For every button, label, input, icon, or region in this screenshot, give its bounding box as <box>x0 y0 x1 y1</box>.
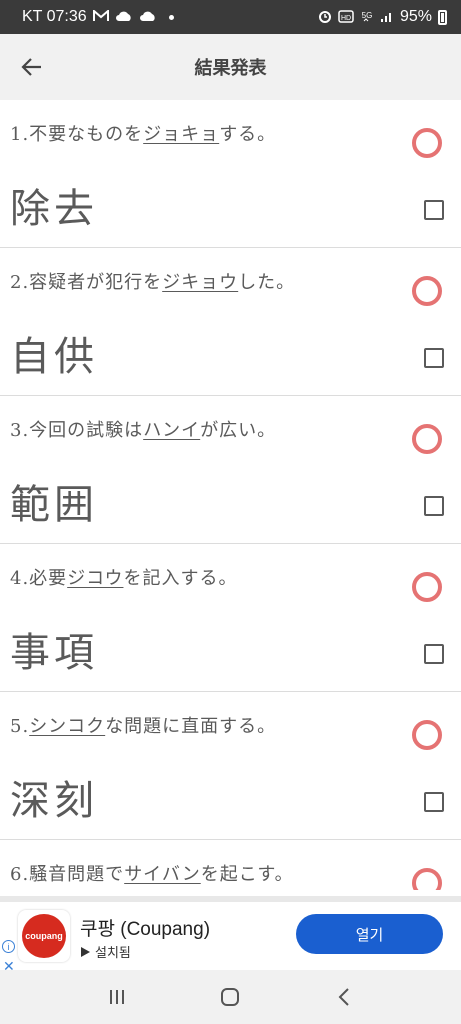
ad-open-button[interactable]: 열기 <box>296 914 443 954</box>
katakana-underlined: ジョキョ <box>143 124 220 145</box>
home-button[interactable] <box>210 977 250 1017</box>
app-bar: 結果発表 <box>0 34 461 100</box>
answer-kanji: 自供 <box>10 334 98 380</box>
ad-banner[interactable]: i ✕ coupang 쿠팡 (Coupang) 설치됨 열기 <box>0 896 461 974</box>
battery-percent: 95% <box>399 8 432 25</box>
correct-circle-icon <box>412 424 442 454</box>
answer-kanji: 事項 <box>10 630 98 676</box>
home-icon <box>221 988 240 1006</box>
status-bar: KT 07:36 HD 5G 95% <box>0 0 461 34</box>
back-nav-button[interactable] <box>324 977 364 1017</box>
katakana-underlined: ジキョウ <box>162 272 239 293</box>
question-text: 5.シンコクな問題に直面する。 <box>10 716 277 737</box>
question-text: 1.不要なものをジョキョする。 <box>10 124 277 145</box>
ad-title: 쿠팡 (Coupang) <box>80 919 211 940</box>
katakana-underlined: シンコク <box>29 716 106 737</box>
answer-kanji: 深刻 <box>10 778 98 824</box>
correct-circle-icon <box>412 128 442 158</box>
cloud-icon <box>139 10 157 24</box>
battery-icon <box>438 9 447 25</box>
page-title: 結果発表 <box>194 58 267 79</box>
answer-kanji: 範囲 <box>10 482 98 528</box>
list-item: 6.騒音問題でサイバンを起こす。 <box>0 840 461 890</box>
5g-icon: 5G <box>360 9 374 25</box>
list-item: 4.必要ジコウを記入する。 事項 <box>0 544 461 692</box>
question-text: 4.必要ジコウを記入する。 <box>10 568 238 589</box>
correct-circle-icon <box>412 868 442 890</box>
coupang-logo: coupang <box>18 910 70 962</box>
back-button[interactable] <box>0 34 64 100</box>
question-text: 2.容疑者が犯行をジキョウした。 <box>10 272 296 293</box>
play-store-icon <box>81 946 90 957</box>
correct-circle-icon <box>412 276 442 306</box>
list-item: 1.不要なものをジョキョする。 除去 <box>0 100 461 248</box>
review-checkbox[interactable] <box>424 348 444 368</box>
list-item: 3.今回の試験はハンイが広い。 範囲 <box>0 396 461 544</box>
list-item: 2.容疑者が犯行をジキョウした。 自供 <box>0 248 461 396</box>
system-nav-bar <box>0 970 461 1024</box>
signal-icon <box>380 9 394 25</box>
list-item: 5.シンコクな問題に直面する。 深刻 <box>0 692 461 840</box>
cloud-icon <box>115 10 133 24</box>
alarm-icon <box>318 9 332 25</box>
carrier-time: KT 07:36 <box>22 8 87 25</box>
chevron-left-icon <box>338 988 349 1006</box>
review-checkbox[interactable] <box>424 496 444 516</box>
hd-icon: HD <box>338 9 354 25</box>
svg-text:5G: 5G <box>362 11 373 20</box>
recent-apps-button[interactable] <box>97 977 137 1017</box>
katakana-underlined: ハンイ <box>143 420 201 441</box>
ad-info-icon[interactable]: i <box>2 940 15 953</box>
question-text: 3.今回の試験はハンイが広い。 <box>10 420 277 441</box>
review-checkbox[interactable] <box>424 792 444 812</box>
review-checkbox[interactable] <box>424 200 444 220</box>
correct-circle-icon <box>412 720 442 750</box>
katakana-underlined: ジコウ <box>67 568 124 589</box>
question-text: 6.騒音問題でサイバンを起こす。 <box>10 864 294 885</box>
ad-subtitle: 설치됨 <box>80 942 131 961</box>
results-list[interactable]: 1.不要なものをジョキョする。 除去 2.容疑者が犯行をジキョウした。 自供 3… <box>0 100 461 890</box>
correct-circle-icon <box>412 572 442 602</box>
notification-dot-icon <box>168 14 174 20</box>
recent-apps-icon <box>109 990 124 1004</box>
answer-kanji: 除去 <box>10 186 98 232</box>
arrow-left-icon <box>21 58 41 76</box>
katakana-underlined: サイバン <box>124 864 201 885</box>
gmail-icon <box>92 8 109 24</box>
svg-text:HD: HD <box>341 15 351 22</box>
review-checkbox[interactable] <box>424 644 444 664</box>
